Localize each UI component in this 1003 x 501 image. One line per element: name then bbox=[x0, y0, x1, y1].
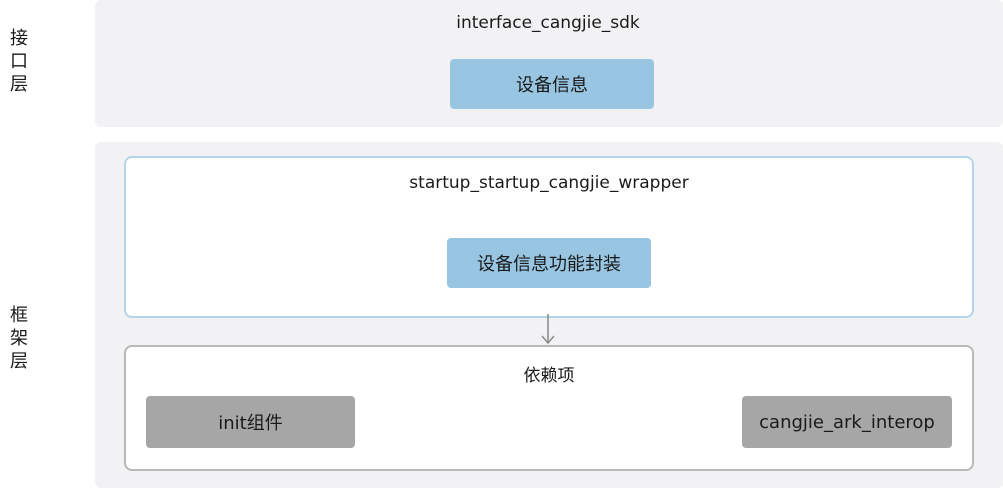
interface-module-name: interface_cangjie_sdk bbox=[456, 13, 640, 33]
interface-layer-label-char: 层 bbox=[10, 74, 28, 95]
wrapper-module-name: startup_startup_cangjie_wrapper bbox=[409, 173, 689, 193]
framework-layer-panel: startup_startup_cangjie_wrapper 设备信息功能封装… bbox=[95, 142, 1003, 488]
interface-layer-label-char: 口 bbox=[10, 51, 28, 72]
device-info-wrapper-box: 设备信息功能封装 bbox=[447, 238, 651, 288]
dependencies-card: 依赖项 init组件 cangjie_ark_interop bbox=[124, 345, 974, 471]
dependencies-title: 依赖项 bbox=[523, 366, 575, 386]
interface-layer-label-char: 接 bbox=[10, 28, 28, 49]
framework-layer-label-char: 框 bbox=[10, 305, 28, 326]
cangjie-ark-interop-box: cangjie_ark_interop bbox=[742, 396, 952, 448]
dependency-arrow bbox=[541, 314, 555, 345]
init-component-box: init组件 bbox=[146, 396, 355, 448]
framework-layer-label-char: 层 bbox=[10, 351, 28, 372]
wrapper-module-card: startup_startup_cangjie_wrapper 设备信息功能封装 bbox=[124, 156, 974, 318]
device-info-box: 设备信息 bbox=[450, 59, 654, 109]
framework-layer-label: 框 架 层 bbox=[8, 304, 30, 373]
interface-layer-label: 接 口 层 bbox=[8, 27, 30, 96]
framework-layer-label-char: 架 bbox=[10, 328, 28, 349]
interface-layer-panel: interface_cangjie_sdk 设备信息 bbox=[95, 0, 1003, 127]
